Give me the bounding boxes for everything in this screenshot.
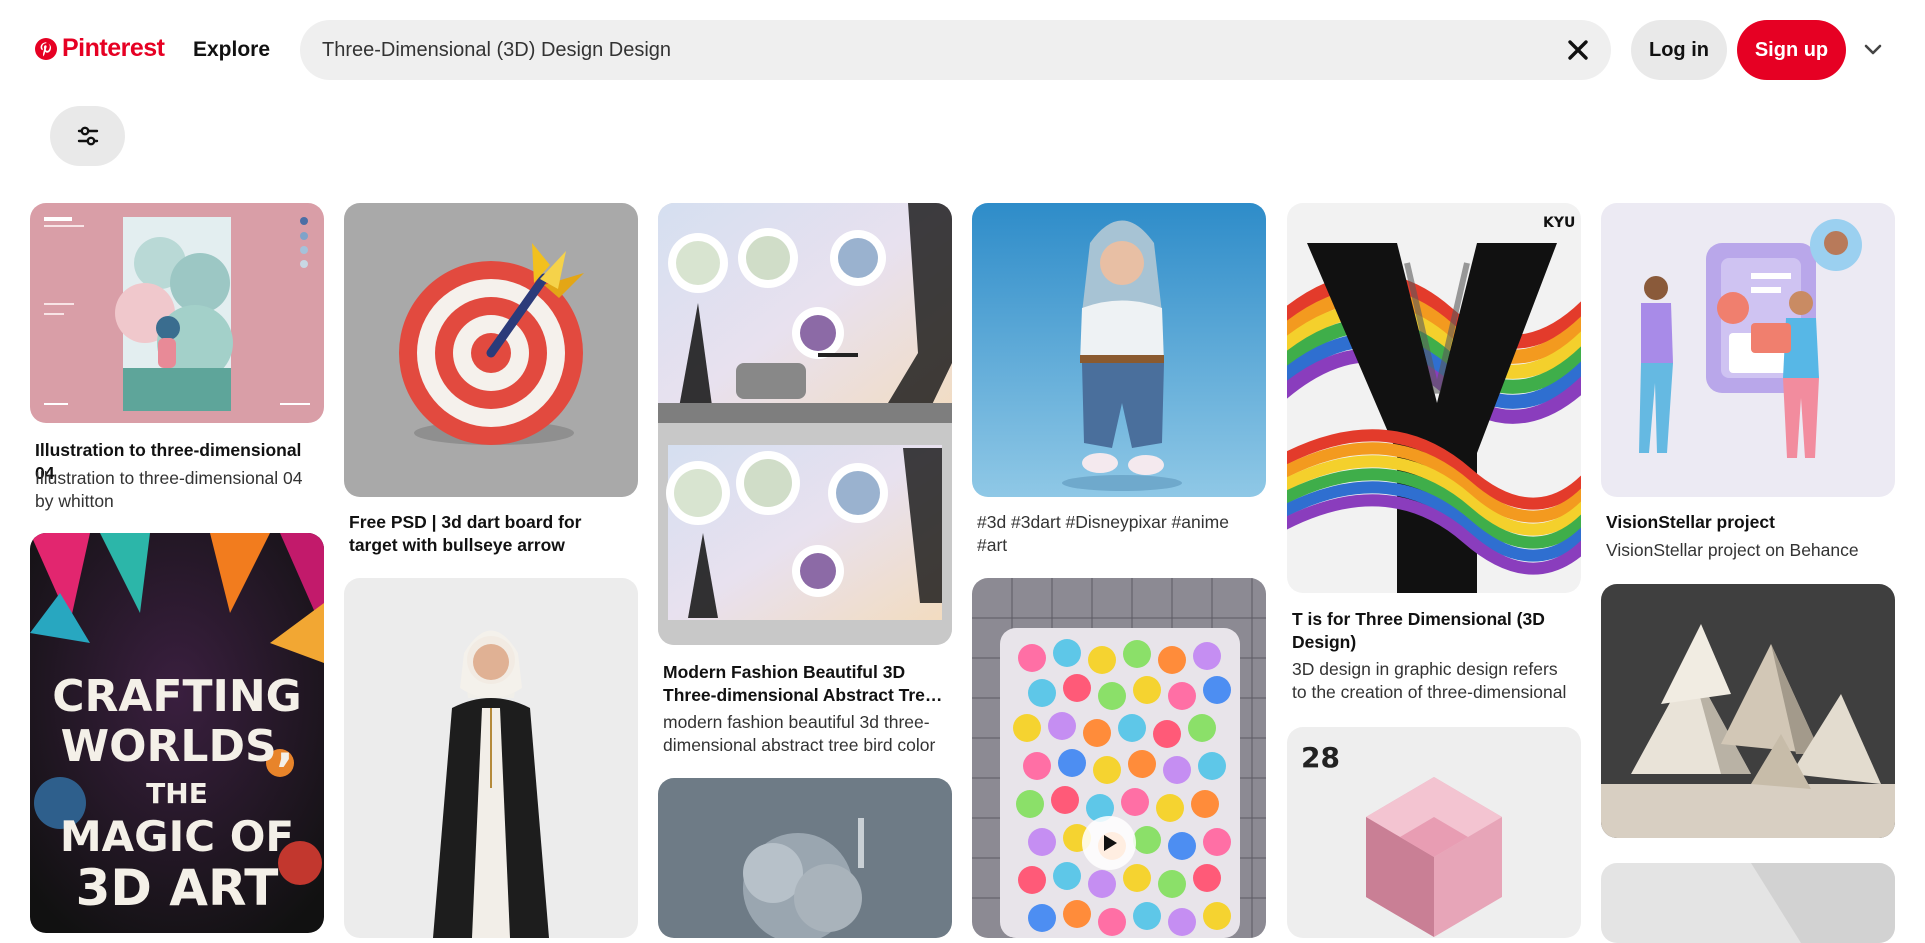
pin-description: modern fashion beautiful 3d three-dimens… [663, 712, 936, 755]
login-button[interactable]: Log in [1631, 20, 1727, 80]
chevron-down-icon[interactable] [1862, 38, 1884, 60]
pin-title[interactable]: T is for Three Dimensional (3D Design) [1292, 608, 1576, 654]
close-icon [1568, 40, 1588, 60]
pin-image[interactable]: KYU [1287, 203, 1581, 593]
sliders-icon [77, 126, 98, 146]
pin-description: 3D design in graphic design refers to th… [1292, 659, 1567, 702]
pin-title[interactable]: Modern Fashion Beautiful 3D Three-dimens… [663, 661, 947, 707]
top-navigation-bar: Pinterest Explore Log in Sign up [0, 0, 1925, 100]
pin-image[interactable] [344, 578, 638, 938]
search-input[interactable] [320, 20, 1520, 80]
poster-line-2: WORLDS, [61, 721, 294, 772]
play-button[interactable] [1082, 816, 1136, 870]
pin-image[interactable] [1601, 584, 1895, 838]
kyu-badge: KYU [1543, 215, 1575, 231]
clear-search-button[interactable] [1563, 35, 1593, 65]
pin-description: #3d #3dart #Disneypixar #anime #art [977, 512, 1229, 555]
poster-line-5: 3D ART [76, 859, 279, 917]
poster-line-1: CRAFTING [52, 671, 302, 722]
pin-image[interactable] [30, 203, 324, 423]
pin-image[interactable]: CRAFTING WORLDS, THE MAGIC OF 3D ART [30, 533, 324, 933]
pin-description: VisionStellar project on Behance [1606, 540, 1859, 560]
pinterest-p-icon [35, 37, 57, 60]
pin-image[interactable] [658, 778, 952, 938]
pin-image[interactable] [972, 578, 1266, 938]
pin-image[interactable] [344, 203, 638, 497]
pin-number: 28 [1301, 741, 1340, 774]
pin-image[interactable]: 28 [1287, 727, 1581, 938]
pin-title[interactable]: Free PSD | 3d dart board for target with… [349, 511, 633, 557]
pin-image[interactable] [1601, 203, 1895, 497]
pin-image[interactable] [658, 203, 952, 645]
poster-line-3: THE [146, 777, 208, 810]
pin-description: Illustration to three-dimensional 04 by … [35, 468, 303, 511]
pin-image[interactable] [972, 203, 1266, 497]
pin-image[interactable] [1601, 863, 1895, 943]
search-bar[interactable] [300, 20, 1611, 80]
explore-link[interactable]: Explore [193, 38, 270, 62]
play-icon [1104, 835, 1117, 851]
pinterest-logo[interactable]: Pinterest [34, 34, 165, 63]
pin-title[interactable]: VisionStellar project [1606, 511, 1890, 534]
signup-button[interactable]: Sign up [1737, 20, 1846, 80]
brand-name: Pinterest [62, 34, 165, 62]
filter-button[interactable] [50, 106, 125, 166]
poster-line-4: MAGIC OF [60, 812, 294, 861]
